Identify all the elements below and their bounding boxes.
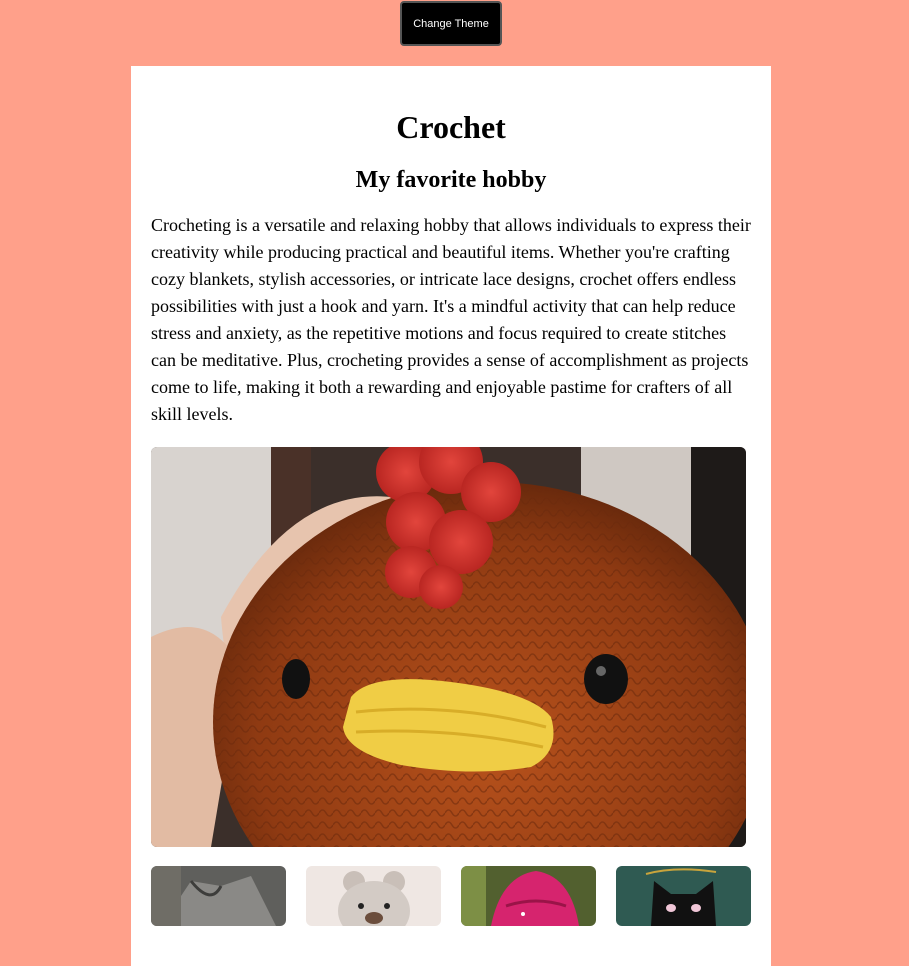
change-theme-button[interactable]: Change Theme [400,1,502,46]
grey-blanket-image [151,866,286,926]
pink-hat-image [461,866,596,926]
teddy-bear-image [306,866,441,926]
black-cat-image [616,866,751,926]
thumbnail-teddy-bear[interactable] [306,866,441,926]
page-subtitle: My favorite hobby [355,167,547,193]
content-card: Crochet My favorite hobby Crocheting is … [131,66,771,966]
thumbnail-pink-hat[interactable] [461,866,596,926]
hero-image-crochet-chicken [151,447,746,847]
thumbnail-grey-blanket[interactable] [151,866,286,926]
hobby-description: Crocheting is a versatile and relaxing h… [151,215,751,424]
thumbnail-gallery [151,866,751,926]
thumbnail-black-cat[interactable] [616,866,751,926]
page-title: Crochet [396,109,506,145]
crochet-chicken-illustration [151,447,746,847]
